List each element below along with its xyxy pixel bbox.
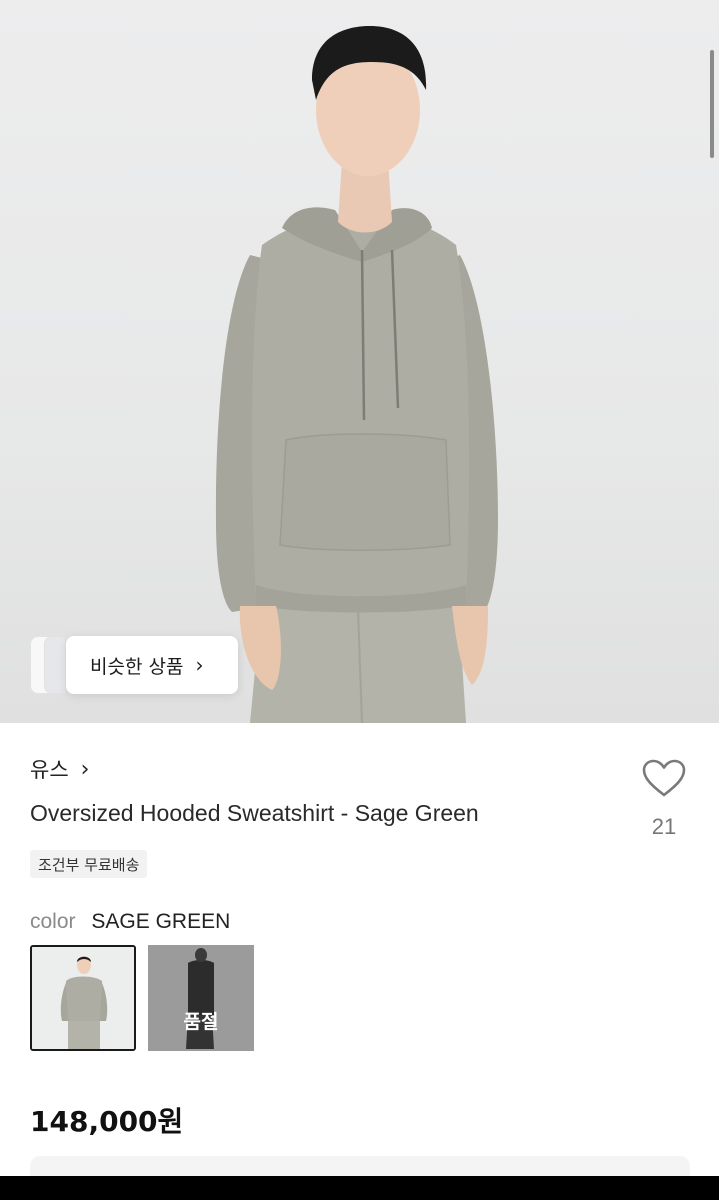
color-label: color <box>30 910 76 933</box>
bottom-bar <box>0 1176 719 1200</box>
chevron-right-icon: › <box>80 756 90 782</box>
similar-products-thumbnails <box>30 636 68 694</box>
product-price: 148,000원 <box>30 1105 184 1138</box>
like-button[interactable]: 21 <box>638 758 690 840</box>
product-title: Oversized Hooded Sweatshirt - Sage Green <box>30 800 479 826</box>
shipping-badge: 조건부 무료배송 <box>30 850 148 878</box>
left-hand-shape <box>239 606 281 690</box>
similar-products-label: 비슷한 상품 <box>90 655 184 678</box>
pocket-shape <box>279 433 451 551</box>
color-swatch-selected[interactable] <box>30 945 136 1051</box>
color-selector-label: color SAGE GREEN <box>30 910 230 934</box>
brand-name: 유스 <box>30 758 69 782</box>
product-image[interactable]: 비슷한 상품 › <box>0 0 719 723</box>
color-swatch-sold-out[interactable]: 품절 <box>148 945 254 1051</box>
similar-thumbnail <box>44 636 66 694</box>
like-count: 21 <box>651 814 677 839</box>
image-scrollbar[interactable] <box>710 50 714 158</box>
heart-icon[interactable] <box>641 758 687 798</box>
similar-products-chip[interactable]: 비슷한 상품 › <box>30 636 238 694</box>
selected-color-value: SAGE GREEN <box>91 910 231 933</box>
similar-products-button[interactable]: 비슷한 상품 › <box>66 636 238 694</box>
chevron-right-icon: › <box>195 653 204 677</box>
brand-link[interactable]: 유스 › <box>30 754 89 784</box>
swatch-thumbnail <box>32 947 134 1049</box>
model-illustration <box>215 26 498 723</box>
sold-out-label: 품절 <box>183 1010 219 1033</box>
